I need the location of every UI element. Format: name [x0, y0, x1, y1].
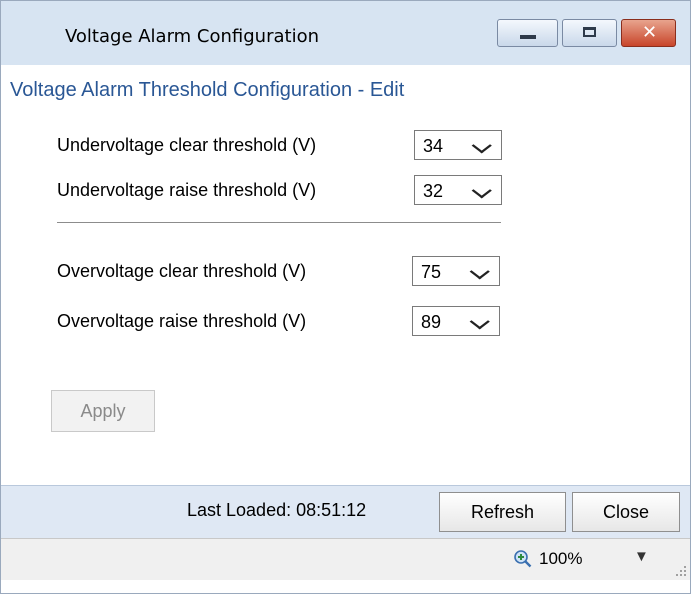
overvoltage-clear-select[interactable]: 75	[412, 256, 500, 286]
maximize-icon	[583, 27, 596, 37]
overvoltage-raise-row: Overvoltage raise threshold (V) 89	[1, 306, 690, 336]
section-divider	[57, 222, 501, 223]
refresh-button[interactable]: Refresh	[439, 492, 566, 532]
minimize-button[interactable]	[497, 19, 558, 47]
window-title: Voltage Alarm Configuration	[65, 26, 319, 47]
undervoltage-clear-select[interactable]: 34	[414, 130, 502, 160]
overvoltage-clear-row: Overvoltage clear threshold (V) 75	[1, 256, 690, 286]
chevron-down-icon	[469, 263, 490, 280]
page-title: Voltage Alarm Threshold Configuration - …	[10, 79, 405, 101]
undervoltage-raise-label: Undervoltage raise threshold (V)	[57, 180, 317, 200]
apply-button[interactable]: Apply	[51, 390, 155, 432]
resize-grip-icon[interactable]	[675, 565, 687, 577]
undervoltage-raise-row: Undervoltage raise threshold (V) 32	[1, 175, 690, 205]
chevron-down-icon	[471, 182, 492, 199]
overvoltage-clear-value: 75	[421, 262, 442, 282]
close-window-button[interactable]: ✕	[621, 19, 676, 47]
overvoltage-raise-label: Overvoltage raise threshold (V)	[57, 311, 307, 331]
zoom-dropdown-icon[interactable]: ▼	[634, 548, 649, 565]
close-icon: ✕	[641, 22, 658, 43]
undervoltage-clear-label: Undervoltage clear threshold (V)	[57, 135, 317, 155]
maximize-button[interactable]	[562, 19, 617, 47]
undervoltage-raise-select[interactable]: 32	[414, 175, 502, 205]
chevron-down-icon	[469, 313, 490, 330]
undervoltage-clear-value: 34	[423, 136, 444, 156]
footer-bar: Last Loaded: 08:51:12 Refresh Close	[1, 485, 690, 538]
status-bar: 100% ▼	[1, 538, 690, 580]
title-bar[interactable]: Voltage Alarm Configuration ✕	[1, 1, 690, 65]
overvoltage-clear-label: Overvoltage clear threshold (V)	[57, 261, 307, 281]
minimize-icon	[520, 35, 536, 39]
chevron-down-icon	[471, 137, 492, 154]
last-loaded-text: Last Loaded: 08:51:12	[187, 500, 367, 520]
close-button[interactable]: Close	[572, 492, 680, 532]
zoom-icon[interactable]	[514, 550, 532, 568]
dialog-window: Voltage Alarm Configuration ✕ Voltage Al…	[0, 0, 691, 594]
undervoltage-clear-row: Undervoltage clear threshold (V) 34	[1, 130, 690, 160]
undervoltage-raise-value: 32	[423, 181, 444, 201]
zoom-level: 100%	[539, 549, 583, 568]
overvoltage-raise-select[interactable]: 89	[412, 306, 500, 336]
overvoltage-raise-value: 89	[421, 312, 442, 332]
